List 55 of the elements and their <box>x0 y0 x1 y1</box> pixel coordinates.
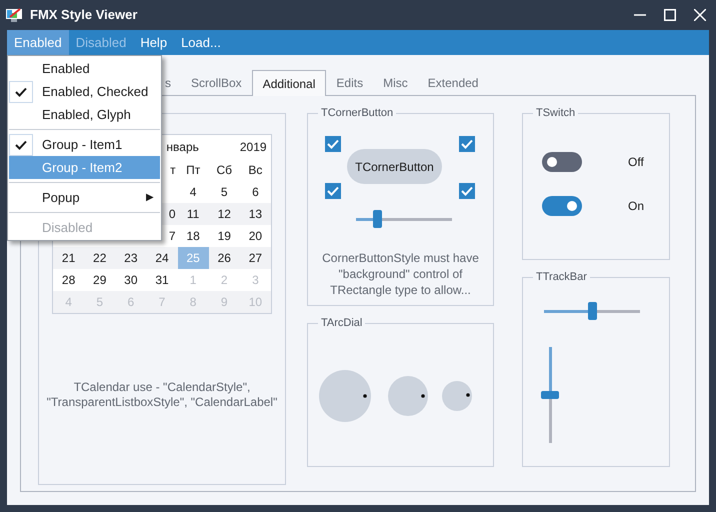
weekday-label: Сб <box>216 162 234 179</box>
checkbox[interactable] <box>325 136 341 152</box>
close-icon[interactable] <box>694 9 706 21</box>
toggle-switch[interactable] <box>542 152 582 172</box>
checkbox[interactable] <box>459 183 475 199</box>
toggle-switch[interactable] <box>542 196 582 216</box>
slider-thumb[interactable] <box>372 210 382 228</box>
menu-item[interactable]: Enabled, Glyph <box>9 103 160 126</box>
weekday-label: т <box>169 162 177 179</box>
menu-item[interactable]: Help <box>133 30 174 55</box>
calendar-day[interactable]: 22 <box>84 247 116 269</box>
switch-label: On <box>628 198 644 215</box>
calendar-day[interactable]: 21 <box>53 247 84 269</box>
calendar-day[interactable]: 28 <box>53 269 84 291</box>
calendar-day[interactable]: 5 <box>208 181 240 203</box>
maximize-icon[interactable] <box>664 9 676 21</box>
trackbar-thumb[interactable] <box>541 391 559 399</box>
app-icon <box>6 8 22 22</box>
calendar-day[interactable]: 26 <box>208 247 240 269</box>
calendar-day[interactable]: 12 <box>208 203 240 225</box>
calendar-day[interactable]: 13 <box>240 203 271 225</box>
trackbar-track[interactable] <box>544 302 640 320</box>
calendar-day[interactable]: 19 <box>208 225 240 247</box>
checkbox[interactable] <box>459 136 475 152</box>
calendar-caption: TCalendar use - "CalendarStyle", "TransparentListboxStyle", "CalendarLabel" <box>46 380 278 410</box>
weekday-label: Вс <box>247 162 264 179</box>
weekday-label: Пт <box>185 162 202 179</box>
tab[interactable]: ScrollBox <box>181 70 252 95</box>
calendar-day[interactable]: 27 <box>240 247 271 269</box>
calendar-day[interactable]: 29 <box>84 269 116 291</box>
trackbar-track[interactable] <box>541 347 559 443</box>
calendar-day[interactable]: 18 <box>178 225 209 247</box>
calendar-day[interactable]: 31 <box>146 269 178 291</box>
calendar-day[interactable]: 4 <box>178 181 209 203</box>
menu-item[interactable]: Load... <box>174 30 228 55</box>
calendar-month: нварь <box>165 139 200 156</box>
calendar-day[interactable]: 6 <box>240 181 271 203</box>
submenu-arrow: ▶ <box>146 191 154 205</box>
tab[interactable]: Misc <box>373 70 418 95</box>
tab[interactable]: Extended <box>418 70 488 95</box>
calendar-day[interactable]: 11 <box>178 203 209 225</box>
trackbar-thumb[interactable] <box>588 302 596 320</box>
tab[interactable]: Additional <box>252 70 326 96</box>
calendar-day[interactable]: 23 <box>115 247 146 269</box>
calendar-year: 2019 <box>240 139 268 156</box>
tab[interactable]: Edits <box>326 70 374 95</box>
calendar-day[interactable]: 24 <box>146 247 178 269</box>
calendar-day[interactable]: 30 <box>115 269 146 291</box>
calendar-day[interactable]: 20 <box>240 225 271 247</box>
switch-label: Off <box>628 154 644 171</box>
corner-button[interactable]: TCornerButton <box>347 149 442 184</box>
checkbox[interactable] <box>325 183 341 199</box>
corner-button-caption: CornerButtonStyle must have "background" control of TRectangle type to allow... <box>321 250 480 298</box>
window-title: FMX Style Viewer <box>30 6 138 24</box>
slider-track[interactable] <box>356 210 452 228</box>
